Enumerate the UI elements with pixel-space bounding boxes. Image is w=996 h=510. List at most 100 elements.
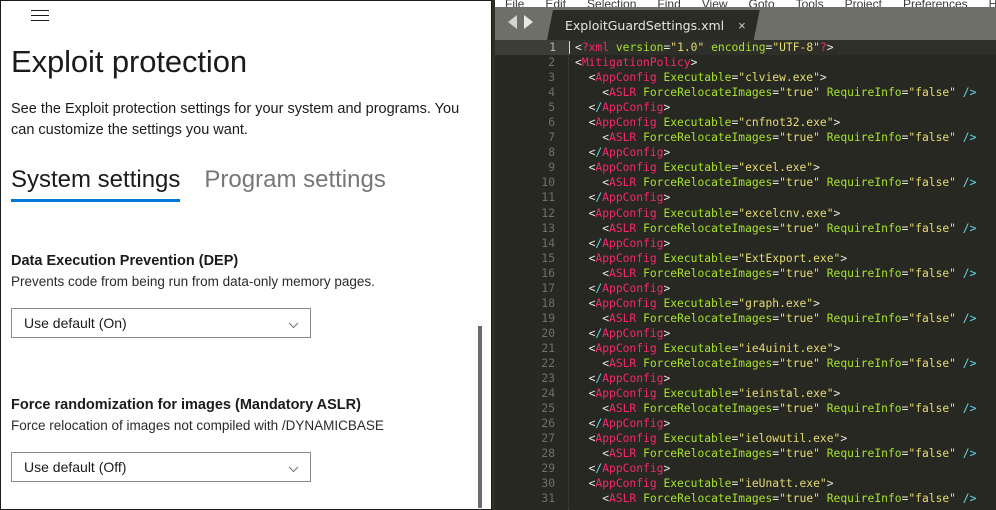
code-line[interactable]: <MitigationPolicy> bbox=[569, 55, 996, 70]
menu-item-preferences[interactable]: Preferences bbox=[903, 0, 968, 7]
aslr-dropdown[interactable]: Use default (Off) bbox=[11, 452, 311, 482]
code-line[interactable]: <ASLR ForceRelocateImages="true" Require… bbox=[569, 311, 996, 326]
code-line[interactable]: <AppConfig Executable="excelcnv.exe"> bbox=[569, 206, 996, 221]
menu-item-help[interactable]: Help bbox=[989, 0, 996, 7]
code-line[interactable]: <ASLR ForceRelocateImages="true" Require… bbox=[569, 85, 996, 100]
code-line[interactable]: <ASLR ForceRelocateImages="true" Require… bbox=[569, 491, 996, 506]
hamburger-menu-icon[interactable] bbox=[28, 5, 52, 25]
arrow-right-icon[interactable] bbox=[524, 15, 533, 29]
code-token-str: "excelcnv.exe" bbox=[738, 206, 834, 220]
code-token-str: "ieinstal.exe" bbox=[738, 387, 834, 401]
menu-item-view[interactable]: View bbox=[702, 0, 728, 7]
menu-item-edit[interactable]: Edit bbox=[545, 0, 566, 7]
code-token-str: "true" bbox=[779, 131, 820, 145]
code-line[interactable]: <AppConfig Executable="ielowutil.exe"> bbox=[569, 431, 996, 446]
line-number: 13 bbox=[541, 221, 555, 235]
code-line[interactable]: <ASLR ForceRelocateImages="true" Require… bbox=[569, 266, 996, 281]
code-token-str: "true" bbox=[779, 311, 820, 325]
line-number: 28 bbox=[541, 447, 555, 461]
code-line[interactable]: <ASLR ForceRelocateImages="true" Require… bbox=[569, 130, 996, 145]
tab-system-settings[interactable]: System settings bbox=[11, 166, 181, 203]
code-line[interactable]: <ASLR ForceRelocateImages="true" Require… bbox=[569, 221, 996, 236]
arrow-left-icon[interactable] bbox=[508, 15, 517, 29]
line-number: 12 bbox=[541, 206, 555, 220]
menu-item-goto[interactable]: Goto bbox=[749, 0, 775, 7]
code-token-str: "false" bbox=[908, 221, 956, 235]
code-token-attr: encoding bbox=[711, 41, 766, 54]
hamburger-bar bbox=[31, 9, 49, 11]
code-token-attr: Executable bbox=[663, 161, 732, 175]
code-token-tag: AppConfig bbox=[595, 432, 657, 446]
code-line[interactable]: <ASLR ForceRelocateImages="true" Require… bbox=[569, 401, 996, 416]
code-line[interactable]: </AppConfig> bbox=[569, 416, 996, 431]
tab-program-settings[interactable]: Program settings bbox=[204, 166, 385, 202]
code-token-attr: Executable bbox=[663, 251, 732, 265]
exploit-protection-window: Exploit protection See the Exploit prote… bbox=[0, 0, 492, 510]
code-token-punc: > bbox=[813, 161, 820, 175]
code-line[interactable]: </AppConfig> bbox=[569, 461, 996, 476]
settings-scrollbar[interactable] bbox=[474, 27, 486, 509]
code-token-tag: ASLR bbox=[609, 402, 637, 416]
code-token-decl: ? bbox=[819, 41, 827, 54]
code-token-punc: > bbox=[690, 56, 698, 70]
code-line[interactable]: <?xml version="1.0" encoding="UTF-8"?> bbox=[569, 40, 996, 56]
code-token-str: "true" bbox=[779, 492, 820, 506]
code-token-slash: /> bbox=[962, 402, 977, 416]
code-line[interactable]: </AppConfig> bbox=[569, 281, 996, 296]
code-line[interactable]: <AppConfig Executable="excel.exe"> bbox=[569, 160, 996, 175]
code-line[interactable]: <AppConfig Executable="ieUnatt.exe"> bbox=[569, 476, 996, 491]
code-line[interactable]: <ASLR ForceRelocateImages="true" Require… bbox=[569, 175, 996, 190]
code-token-punc: > bbox=[833, 341, 841, 355]
menu-item-find[interactable]: Find bbox=[657, 0, 680, 7]
code-line[interactable]: </AppConfig> bbox=[569, 100, 996, 115]
code-line[interactable]: <AppConfig Executable="ie4uinit.exe"> bbox=[569, 341, 996, 356]
code-line[interactable]: <AppConfig Executable="graph.exe"> bbox=[569, 296, 996, 311]
code-line[interactable]: <ASLR ForceRelocateImages="true" Require… bbox=[569, 446, 996, 461]
close-icon[interactable]: × bbox=[738, 19, 746, 32]
code-token-tag: AppConfig bbox=[595, 387, 657, 401]
menu-item-selection[interactable]: Selection bbox=[587, 0, 636, 7]
editor-file-tab[interactable]: ExploitGuardSettings.xml × bbox=[547, 10, 760, 40]
menu-item-file[interactable]: File bbox=[505, 0, 524, 7]
code-token-tag: AppConfig bbox=[595, 251, 657, 265]
code-token-tag: ASLR bbox=[609, 131, 637, 145]
code-editor-area[interactable]: 1 2 3 4 5 6 7 8 9 10 11 12 13 14 15 16 17 18 19 20 21 22 23 24 2… bbox=[495, 40, 996, 510]
code-token-punc: < bbox=[575, 41, 582, 54]
code-line[interactable]: <AppConfig Executable="ieinstal.exe"> bbox=[569, 386, 996, 401]
code-line[interactable]: <AppConfig Executable="cnfnot32.exe"> bbox=[569, 115, 996, 130]
code-line[interactable]: </AppConfig> bbox=[569, 190, 996, 205]
settings-scrollbar-thumb[interactable] bbox=[478, 326, 482, 508]
line-number: 7 bbox=[548, 131, 555, 145]
code-line[interactable]: </AppConfig> bbox=[569, 371, 996, 386]
code-token-decl: ?xml bbox=[581, 41, 610, 54]
dep-dropdown[interactable]: Use default (On) bbox=[11, 308, 311, 338]
code-line[interactable]: </AppConfig> bbox=[569, 326, 996, 341]
menu-item-tools[interactable]: Tools bbox=[796, 0, 824, 7]
menu-item-project[interactable]: Project bbox=[845, 0, 882, 7]
code-token-tag: AppConfig bbox=[602, 191, 664, 205]
code-token-str: "false" bbox=[908, 86, 956, 100]
code-token-attr: Executable bbox=[663, 341, 732, 355]
code-line[interactable]: <ASLR ForceRelocateImages="true" Require… bbox=[569, 356, 996, 371]
code-line[interactable]: <AppConfig Executable="clview.exe"> bbox=[569, 70, 996, 85]
code-content[interactable]: <?xml version="1.0" encoding="UTF-8"?> <M… bbox=[569, 40, 996, 510]
code-token-tag: AppConfig bbox=[602, 101, 664, 115]
code-line[interactable]: <AppConfig Executable="ExtExport.exe"> bbox=[569, 251, 996, 266]
code-token-attr: RequireInfo bbox=[826, 492, 902, 506]
code-token-punc: > bbox=[833, 116, 841, 130]
code-token-attr: ForceRelocateImages bbox=[643, 221, 773, 235]
code-line[interactable]: </AppConfig> bbox=[569, 236, 996, 251]
code-token-attr: RequireInfo bbox=[826, 86, 902, 100]
code-line[interactable]: </AppConfig> bbox=[569, 145, 996, 160]
